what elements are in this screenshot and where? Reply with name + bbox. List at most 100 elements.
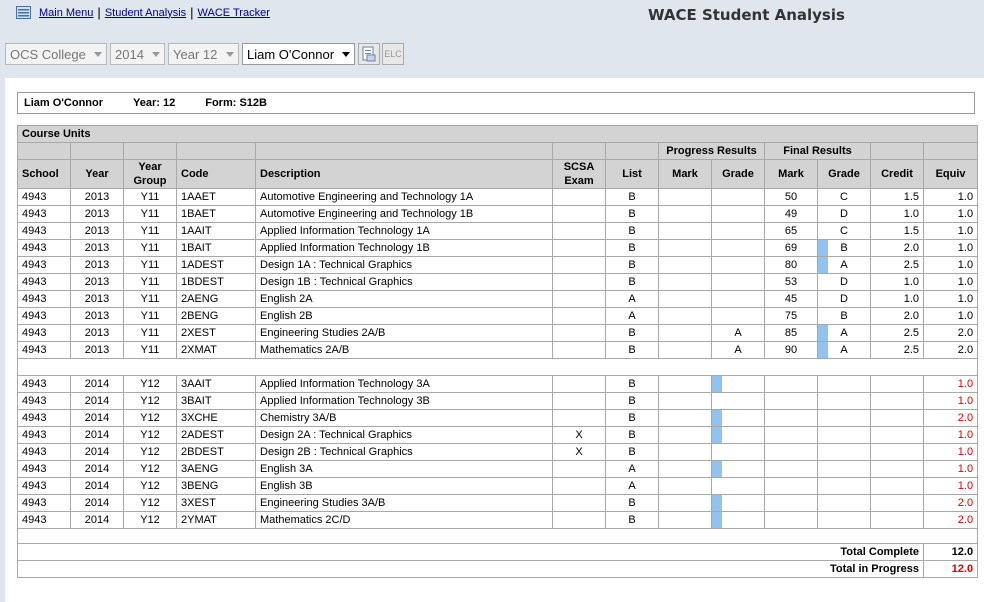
column-header-code[interactable]: Code xyxy=(176,159,256,189)
cell-progress-grade xyxy=(711,205,765,223)
table-row[interactable]: 4943 2013 Y11 1BDEST Design 1B : Technical G… xyxy=(17,273,979,291)
row-divider xyxy=(16,358,979,376)
cell-progress-mark xyxy=(658,409,712,427)
cell-progress-grade: A xyxy=(711,324,765,342)
cell-description: Design 2A : Technical Graphics xyxy=(255,426,553,444)
cell-progress-grade xyxy=(711,307,765,325)
table-row[interactable]: 4943 2013 Y11 1AAET Automotive Engineering a… xyxy=(17,188,979,206)
cell-progress-grade xyxy=(711,477,765,495)
year-select[interactable]: 2014 xyxy=(110,43,165,65)
table-row[interactable]: 4943 2013 Y11 2XMAT Mathematics 2A/B B A 90 A 2.5… xyxy=(17,341,979,359)
cell-credit: 2.0 xyxy=(870,307,924,325)
column-header-final-grade[interactable]: Grade xyxy=(817,159,871,189)
cell-scsa-exam xyxy=(552,205,606,223)
cell-final-grade: A xyxy=(817,256,871,274)
print-report-button[interactable] xyxy=(358,43,380,65)
table-row[interactable]: 4943 2013 Y11 1BAIT Applied Information Tech… xyxy=(17,239,979,257)
main-menu-link[interactable]: Main Menu xyxy=(39,7,93,19)
table-row[interactable]: 4943 2013 Y11 2BENG English 2B A 75 B 2.0 1.0 xyxy=(17,307,979,325)
elc-button[interactable]: ELC xyxy=(382,43,404,65)
column-header-final-mark[interactable]: Mark xyxy=(764,159,818,189)
divider-cell xyxy=(16,358,979,376)
column-header-description[interactable]: Description xyxy=(255,159,553,189)
table-row[interactable]: 4943 2014 Y12 2YMAT Mathematics 2C/D B 2.0 xyxy=(17,511,979,529)
cell-progress-mark xyxy=(658,239,712,257)
cell-progress-mark xyxy=(658,443,712,461)
cell-code: 1AAIT xyxy=(176,222,256,240)
cell-progress-mark xyxy=(658,324,712,342)
cell-code: 2BENG xyxy=(176,307,256,325)
column-header-equiv[interactable]: Equiv xyxy=(922,159,979,189)
cell-school: 4943 xyxy=(17,341,71,359)
grade-indicator-bar xyxy=(818,325,828,341)
table-row[interactable]: 4943 2014 Y12 3XEST Engineering Studies 3A/B… xyxy=(17,494,979,512)
table-row[interactable]: 4943 2014 Y12 3AENG English 3A A 1.0 xyxy=(17,460,979,478)
progress-indicator-bar xyxy=(712,512,722,528)
column-header-credit[interactable]: Credit xyxy=(870,159,924,189)
table-row[interactable]: 4943 2013 Y11 1AAIT Applied Information Tech… xyxy=(17,222,979,240)
progress-indicator-bar xyxy=(712,376,722,392)
cell-school: 4943 xyxy=(17,222,71,240)
cell-scsa-exam xyxy=(552,392,606,410)
column-header-year[interactable]: Year xyxy=(70,159,124,189)
cell-code: 2AENG xyxy=(176,290,256,308)
column-header-progress-mark[interactable]: Mark xyxy=(658,159,712,189)
column-header-year-group[interactable]: Year Group xyxy=(123,159,177,189)
table-row[interactable]: 4943 2014 Y12 3AAIT Applied Information Tech… xyxy=(17,375,979,393)
student-analysis-link[interactable]: Student Analysis xyxy=(105,7,186,19)
cell-final-grade xyxy=(817,494,871,512)
cell-credit xyxy=(870,511,924,529)
cell-year-group: Y11 xyxy=(123,205,177,223)
table-row[interactable]: 4943 2014 Y12 3XCHE Chemistry 3A/B B 2.0 xyxy=(17,409,979,427)
cell-scsa-exam xyxy=(552,409,606,427)
cell-equiv: 1.0 xyxy=(922,375,979,393)
cell-year: 2014 xyxy=(70,426,124,444)
year-level-select[interactable]: Year 12 xyxy=(168,43,239,65)
wace-tracker-link[interactable]: WACE Tracker xyxy=(198,7,270,19)
cell-credit: 1.0 xyxy=(870,273,924,291)
column-header-progress-grade[interactable]: Grade xyxy=(711,159,765,189)
cell-equiv: 1.0 xyxy=(922,392,979,410)
cell-progress-grade xyxy=(711,392,765,410)
cell-credit: 1.0 xyxy=(870,205,924,223)
year-level-select-value: Year 12 xyxy=(173,46,218,62)
column-header-list[interactable]: List xyxy=(605,159,659,189)
menu-icon[interactable] xyxy=(16,6,31,19)
cell-code: 1ADEST xyxy=(176,256,256,274)
cell-credit: 2.0 xyxy=(870,239,924,257)
cell-credit: 2.5 xyxy=(870,341,924,359)
cell-description: Chemistry 3A/B xyxy=(255,409,553,427)
table-row[interactable]: 4943 2014 Y12 2ADEST Design 2A : Technical G… xyxy=(17,426,979,444)
cell-year-group: Y12 xyxy=(123,511,177,529)
cell-scsa-exam xyxy=(552,273,606,291)
cell-final-grade: C xyxy=(817,222,871,240)
cell-school: 4943 xyxy=(17,494,71,512)
cell-code: 1AAET xyxy=(176,188,256,206)
table-row[interactable]: 4943 2014 Y12 3BENG English 3B A 1.0 xyxy=(17,477,979,495)
cell-equiv: 2.0 xyxy=(922,511,979,529)
table-row[interactable]: 4943 2014 Y12 2BDEST Design 2B : Technical G… xyxy=(17,443,979,461)
top-bar: Main Menu | Student Analysis | WACE Trac… xyxy=(0,0,984,78)
cell-final-mark xyxy=(764,477,818,495)
totals-row: Total in Progress 12.0 xyxy=(17,560,979,578)
student-select[interactable]: Liam O'Connor xyxy=(242,43,355,65)
cell-school: 4943 xyxy=(17,375,71,393)
grade-indicator-bar xyxy=(818,240,828,256)
cell-year-group: Y11 xyxy=(123,273,177,291)
cell-year-group: Y12 xyxy=(123,392,177,410)
student-form: Form: S12B xyxy=(205,97,267,109)
table-row[interactable]: 4943 2013 Y11 2AENG English 2A A 45 D 1.0 1.0 xyxy=(17,290,979,308)
cell-final-grade xyxy=(817,392,871,410)
cell-year: 2014 xyxy=(70,460,124,478)
cell-final-mark xyxy=(764,375,818,393)
cell-progress-mark xyxy=(658,460,712,478)
table-row[interactable]: 4943 2013 Y11 1BAET Automotive Engineering a… xyxy=(17,205,979,223)
cell-credit xyxy=(870,426,924,444)
school-select[interactable]: OCS College xyxy=(5,43,107,65)
column-header-scsa-exam[interactable]: SCSA Exam xyxy=(552,159,606,189)
cell-scsa-exam: X xyxy=(552,443,606,461)
table-row[interactable]: 4943 2013 Y11 1ADEST Design 1A : Technical G… xyxy=(17,256,979,274)
column-header-school[interactable]: School xyxy=(17,159,71,189)
table-row[interactable]: 4943 2014 Y12 3BAIT Applied Information Tech… xyxy=(17,392,979,410)
table-row[interactable]: 4943 2013 Y11 2XEST Engineering Studies 2A/B… xyxy=(17,324,979,342)
